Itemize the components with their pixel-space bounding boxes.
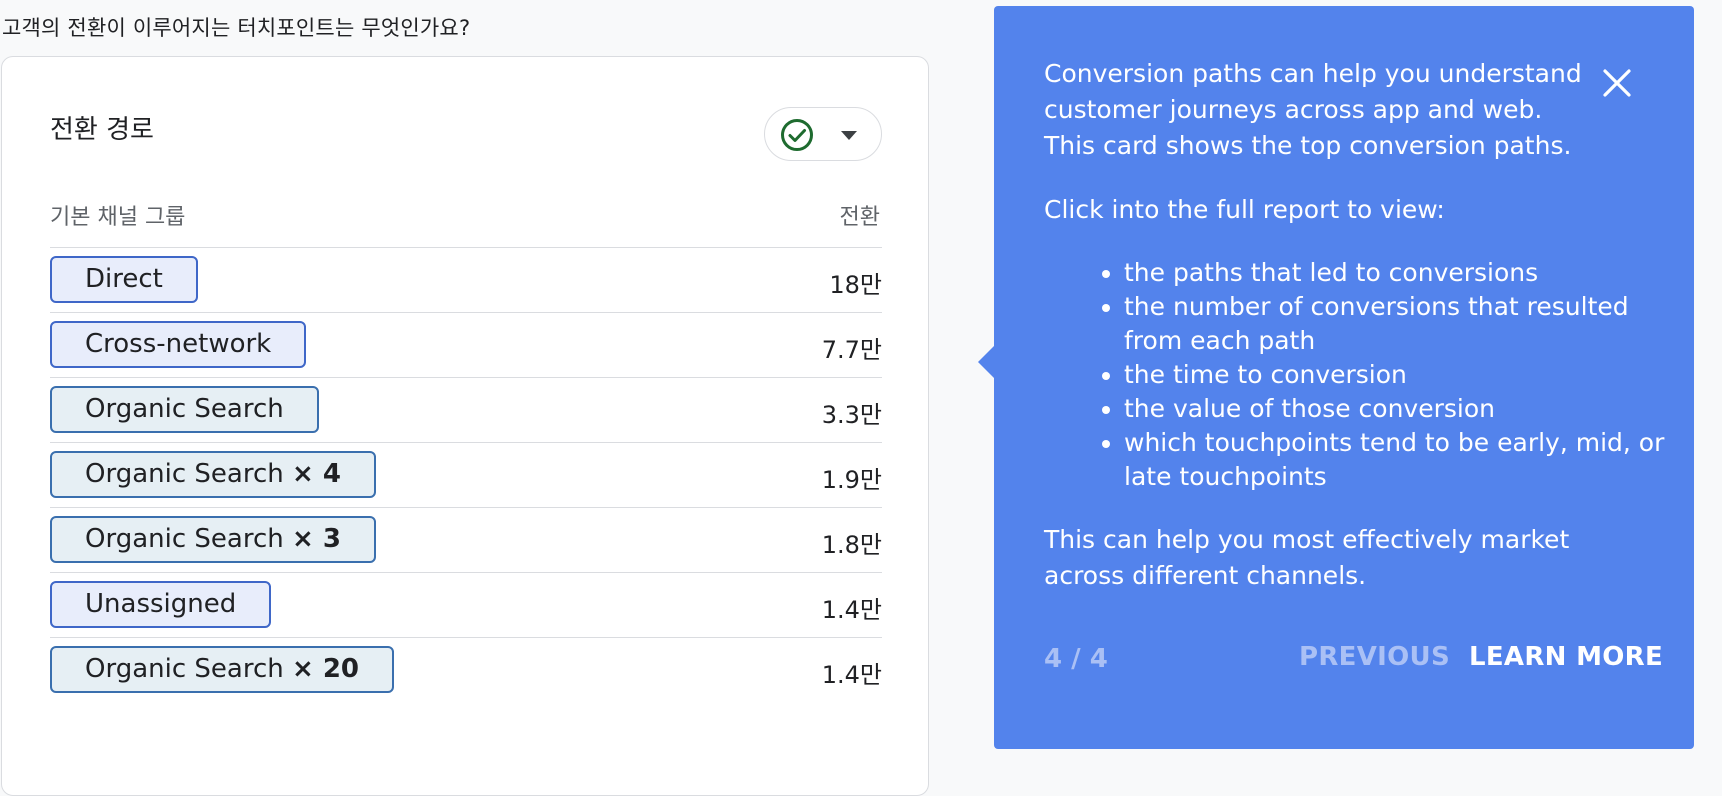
card-title: 전환 경로 [50,115,154,145]
conversion-value: 3.3만 [821,401,882,429]
list-item: the number of conversions that resulted … [1124,290,1694,358]
path-chip[interactable]: Unassigned [50,581,272,628]
comparison-status-dropdown[interactable] [764,107,882,161]
conversion-paths-card: 전환 경로 기본 채널 그룹 전환 Direct 18만 Cross-netwo… [1,56,929,796]
path-chip[interactable]: Cross-network [50,321,307,368]
path-chip[interactable]: Organic Search × 4 [50,451,376,498]
path-chip[interactable]: Organic Search × 3 [50,516,376,563]
check-circle-icon [781,119,813,151]
step-counter: 4 / 4 [1044,644,1108,674]
list-item: the paths that led to conversions [1124,256,1694,290]
path-chip[interactable]: Organic Search × 20 [50,646,395,693]
table-row: Organic Search 3.3만 [50,377,882,442]
section-question: 고객의 전환이 이루어지는 터치포인트는 무엇인가요? [2,16,471,40]
list-item: the time to conversion [1124,358,1694,392]
conversion-path-list: Direct 18만 Cross-network 7.7만 Organic Se… [50,247,882,702]
path-chip[interactable]: Organic Search [50,386,319,433]
tooltip-pointer [978,346,994,378]
onboarding-tooltip: Conversion paths can help you understand… [978,6,1694,749]
conversion-value: 1.4만 [821,596,882,624]
conversion-value: 7.7만 [821,336,882,364]
path-chip[interactable]: Direct [50,256,198,303]
tooltip-intro: Conversion paths can help you understand… [1044,59,1582,160]
list-item: which touchpoints tend to be early, mid,… [1124,426,1694,494]
conversion-value: 1.9만 [821,466,882,494]
table-row: Cross-network 7.7만 [50,312,882,377]
conversion-value: 1.4만 [821,661,882,689]
table-row: Organic Search × 4 1.9만 [50,442,882,507]
table-row: Organic Search × 3 1.8만 [50,507,882,572]
learn-more-button[interactable]: LEARN MORE [1469,642,1663,672]
previous-button[interactable]: PREVIOUS [1299,642,1450,672]
path-multiplier: × 20 [292,654,360,684]
tooltip-lead: Click into the full report to view: [1044,195,1445,224]
path-multiplier: × 3 [292,524,341,554]
table-row: Unassigned 1.4만 [50,572,882,637]
close-icon[interactable] [1600,66,1634,100]
conversion-value: 18만 [829,271,882,299]
column-header-channel-group: 기본 채널 그룹 [50,205,186,230]
tooltip-bullet-list: the paths that led to conversions the nu… [1044,256,1694,494]
column-header-conversions: 전환 [839,205,880,230]
list-item: the value of those conversion [1124,392,1694,426]
table-row: Direct 18만 [50,247,882,312]
table-row: Organic Search × 20 1.4만 [50,637,882,702]
tooltip-body: Conversion paths can help you understand… [1044,56,1664,594]
tooltip-outro: This can help you most effectively marke… [1044,525,1570,590]
path-multiplier: × 4 [292,459,341,489]
caret-down-icon [841,131,857,140]
conversion-value: 1.8만 [821,531,882,559]
